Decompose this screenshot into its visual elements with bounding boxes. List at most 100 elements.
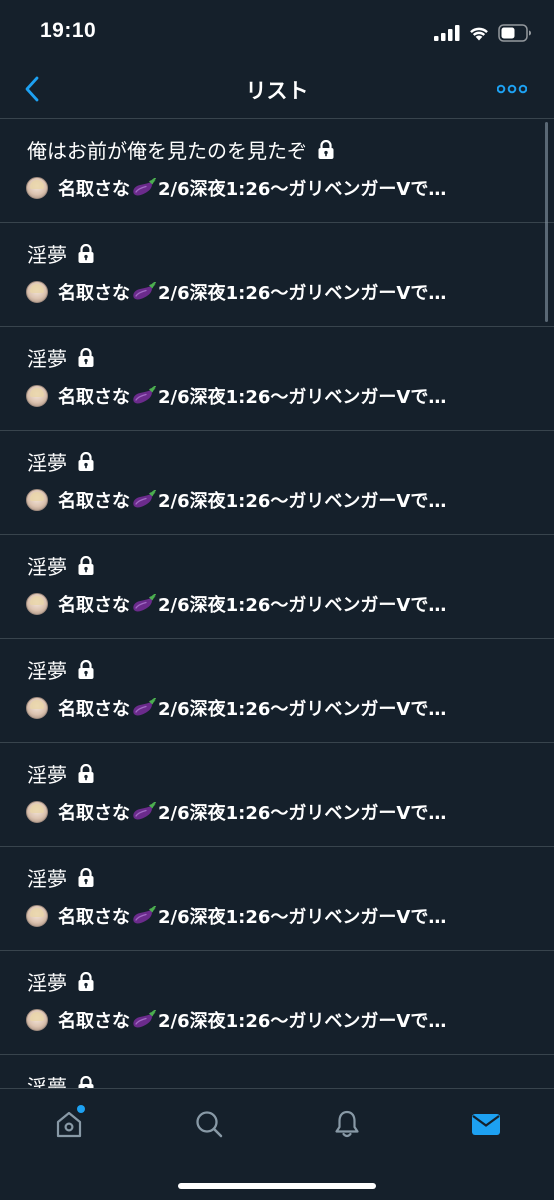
battery-icon [498,24,531,42]
owner-bio: 2/6深夜1:26〜ガリベンガーVで… [158,595,447,616]
owner-bio: 2/6深夜1:26〜ガリベンガーVで… [158,907,447,928]
owner-name: 名取さな [58,595,130,616]
owner-bio: 2/6深夜1:26〜ガリベンガーVで… [158,283,447,304]
list-title: 淫夢 [27,763,67,787]
list-container: 俺はお前が俺を見たのを見たぞ 名取さな 2/6深夜1:26〜ガリベンガーVで… 淫夢名… [0,119,554,1088]
owner-name: 名取さな [58,907,130,928]
notification-badge [77,1105,85,1113]
owner-bio: 2/6深夜1:26〜ガリベンガーVで… [158,699,447,720]
list-title-row: 淫夢 [27,343,95,372]
list-title-row: 俺はお前が俺を見たのを見たぞ [27,135,335,164]
list-title-row: 淫夢 [27,551,95,580]
list-title-row: 淫夢 [27,447,95,476]
list-item[interactable]: 俺はお前が俺を見たのを見たぞ名取さな 2/6深夜1:26〜ガリベンガーVで… [0,119,554,223]
list-owner-row: 名取さな 2/6深夜1:26〜ガリベンガーVで… [26,1007,496,1033]
cellular-signal-icon [434,25,460,41]
avatar-icon [26,177,48,199]
avatar-icon [26,593,48,615]
owner-bio: 2/6深夜1:26〜ガリベンガーVで… [158,491,447,512]
list-owner-row: 名取さな 2/6深夜1:26〜ガリベンガーVで… [26,591,496,617]
list-item[interactable]: 淫夢名取さな 2/6深夜1:26〜ガリベンガーVで… [0,431,554,535]
list-owner-row: 名取さな 2/6深夜1:26〜ガリベンガーVで… [26,175,496,201]
eggplant-icon [133,490,156,508]
list-item[interactable]: 淫夢 [0,1055,554,1088]
list-title-row: 淫夢 [27,239,95,268]
list-item[interactable]: 淫夢名取さな 2/6深夜1:26〜ガリベンガーVで… [0,223,554,327]
eggplant-icon [133,594,156,612]
eggplant-icon [133,178,156,196]
more-horizontal-icon [497,84,527,94]
eggplant-icon [133,906,156,924]
tab-search[interactable] [189,1107,229,1141]
avatar-icon [26,697,48,719]
list-title: 淫夢 [27,1075,67,1088]
owner-name: 名取さな [58,179,130,200]
eggplant-icon [133,698,156,716]
list-title-row: 淫夢 [27,967,95,996]
eggplant-icon [133,386,156,404]
tab-home[interactable] [49,1105,89,1141]
list-item[interactable]: 淫夢名取さな 2/6深夜1:26〜ガリベンガーVで… [0,535,554,639]
lock-icon [318,139,334,159]
page-title: リスト [245,79,309,103]
avatar-icon [26,281,48,303]
lock-icon [78,1075,94,1088]
owner-bio: 2/6深夜1:26〜ガリベンガーVで… [158,179,447,200]
status-time: 19:10 [40,19,97,42]
home-icon [56,1111,82,1138]
lock-icon [78,971,94,991]
list-title: 淫夢 [27,243,67,267]
list-title: 淫夢 [27,867,67,891]
avatar-icon [26,905,48,927]
status-icons [434,22,532,44]
owner-name: 名取さな [58,803,130,824]
avatar-icon [26,385,48,407]
home-indicator [178,1183,376,1189]
list-title: 淫夢 [27,971,67,995]
nav-bar: リスト [0,64,554,119]
list-owner-row: 名取さな 2/6深夜1:26〜ガリベンガーVで… [26,383,496,409]
lock-icon [78,763,94,783]
list-item[interactable]: 淫夢名取さな 2/6深夜1:26〜ガリベンガーVで… [0,743,554,847]
list-title-row: 淫夢 [27,759,95,788]
tab-notifications[interactable] [327,1107,367,1141]
eggplant-icon [133,802,156,820]
lock-icon [78,347,94,367]
lock-icon [78,659,94,679]
list-title-row: 淫夢 [27,863,95,892]
owner-bio: 2/6深夜1:26〜ガリベンガーVで… [158,803,447,824]
owner-name: 名取さな [58,283,130,304]
list-item[interactable]: 淫夢名取さな 2/6深夜1:26〜ガリベンガーVで… [0,951,554,1055]
scrollbar[interactable] [545,122,548,322]
list-title-row: 淫夢 [27,655,95,684]
owner-bio: 2/6深夜1:26〜ガリベンガーVで… [158,387,447,408]
search-icon [196,1111,223,1138]
owner-name: 名取さな [58,699,130,720]
lock-icon [78,555,94,575]
more-button[interactable] [496,78,528,100]
tab-messages[interactable] [466,1107,506,1141]
owner-name: 名取さな [58,387,130,408]
owner-name: 名取さな [58,1011,130,1032]
list-title: 淫夢 [27,347,67,371]
eggplant-icon [133,282,156,300]
owner-bio: 2/6深夜1:26〜ガリベンガーVで… [158,1011,447,1032]
avatar-icon [26,1009,48,1031]
list-item[interactable]: 淫夢名取さな 2/6深夜1:26〜ガリベンガーVで… [0,327,554,431]
list-title: 俺はお前が俺を見たのを見たぞ [27,139,307,163]
owner-name: 名取さな [58,491,130,512]
list-owner-row: 名取さな 2/6深夜1:26〜ガリベンガーVで… [26,279,496,305]
list-title: 淫夢 [27,659,67,683]
lock-icon [78,451,94,471]
avatar-icon [26,801,48,823]
list-owner-row: 名取さな 2/6深夜1:26〜ガリベンガーVで… [26,695,496,721]
list-item[interactable]: 淫夢名取さな 2/6深夜1:26〜ガリベンガーVで… [0,639,554,743]
lock-icon [78,867,94,887]
mail-icon [472,1114,500,1135]
list-item[interactable]: 淫夢名取さな 2/6深夜1:26〜ガリベンガーVで… [0,847,554,951]
list-owner-row: 名取さな 2/6深夜1:26〜ガリベンガーVで… [26,903,496,929]
eggplant-icon [133,1010,156,1028]
avatar-icon [26,489,48,511]
lock-icon [78,243,94,263]
list-title-row: 淫夢 [27,1071,95,1088]
